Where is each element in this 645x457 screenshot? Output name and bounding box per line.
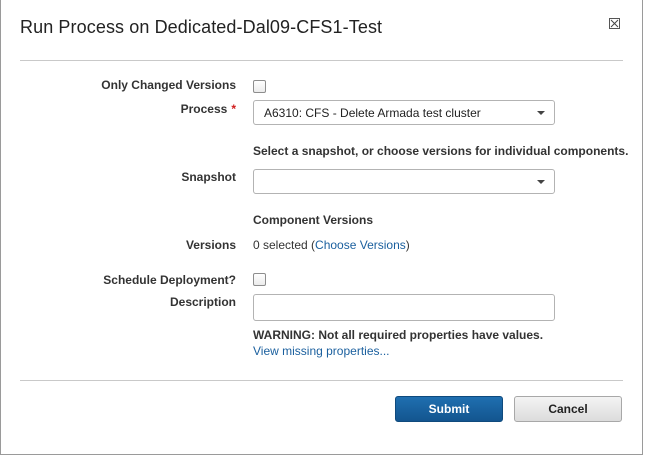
only-changed-versions-checkbox[interactable] bbox=[253, 80, 266, 93]
choose-versions-link[interactable]: Choose Versions bbox=[315, 238, 406, 252]
description-input[interactable] bbox=[253, 294, 555, 321]
versions-value: 0 selected (Choose Versions) bbox=[253, 238, 410, 252]
component-versions-heading: Component Versions bbox=[253, 213, 374, 227]
only-changed-versions-label: Only Changed Versions bbox=[101, 78, 236, 92]
process-label: Process * bbox=[181, 102, 236, 116]
footer-divider bbox=[20, 380, 623, 381]
cancel-button[interactable]: Cancel bbox=[514, 396, 622, 422]
description-label: Description bbox=[169, 295, 236, 309]
dialog-title: Run Process on Dedicated-Dal09-CFS1-Test bbox=[20, 17, 383, 37]
process-select-value: A6310: CFS - Delete Armada test cluster bbox=[264, 106, 481, 120]
versions-label: Versions bbox=[185, 238, 236, 252]
schedule-deployment-checkbox[interactable] bbox=[253, 273, 266, 286]
chevron-down-icon bbox=[537, 111, 545, 115]
submit-button[interactable]: Submit bbox=[395, 396, 503, 422]
run-process-dialog: Run Process on Dedicated-Dal09-CFS1-Test… bbox=[0, 0, 643, 455]
snapshot-select[interactable] bbox=[253, 169, 555, 194]
chevron-down-icon bbox=[537, 180, 545, 184]
close-icon[interactable] bbox=[609, 18, 620, 29]
view-missing-properties-link[interactable]: View missing properties... bbox=[253, 344, 390, 358]
process-select[interactable]: A6310: CFS - Delete Armada test cluster bbox=[253, 100, 555, 125]
process-label-text: Process bbox=[180, 102, 228, 116]
header-divider bbox=[20, 60, 623, 61]
schedule-deployment-label: Schedule Deployment? bbox=[103, 273, 236, 287]
snapshot-hint: Select a snapshot, or choose versions fo… bbox=[253, 144, 629, 158]
versions-close-paren: ) bbox=[405, 238, 410, 252]
warning-text: WARNING: Not all required properties hav… bbox=[253, 328, 544, 342]
snapshot-label: Snapshot bbox=[181, 170, 236, 184]
versions-selected-count: 0 selected ( bbox=[253, 238, 316, 252]
required-marker: * bbox=[231, 102, 236, 116]
